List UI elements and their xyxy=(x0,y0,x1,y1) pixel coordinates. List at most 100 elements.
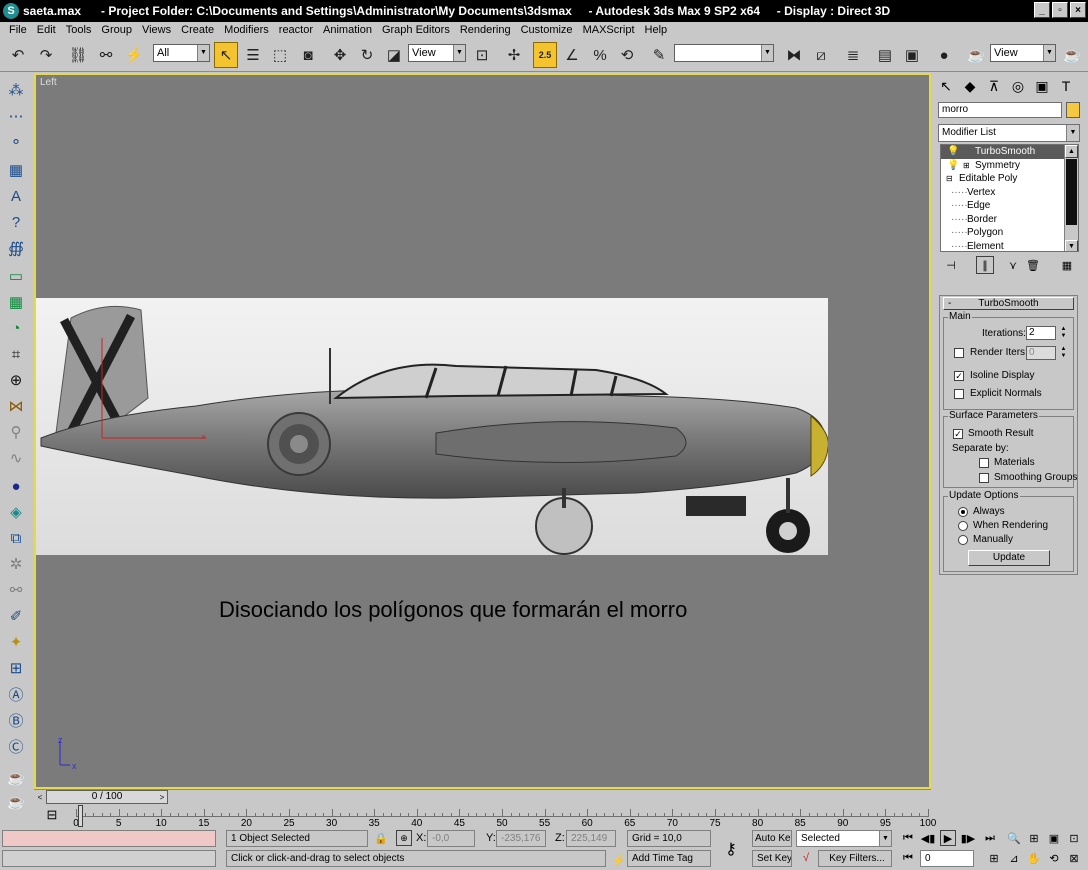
orbit-icon[interactable]: ⟲ xyxy=(1046,850,1062,866)
set-key-button[interactable]: Set Key xyxy=(752,850,792,867)
smoothing-groups-checkbox[interactable] xyxy=(979,473,989,483)
select-manipulate-icon[interactable]: ✢ xyxy=(502,42,526,68)
menu-reactor[interactable]: reactor xyxy=(274,24,318,36)
menu-rendering[interactable]: Rendering xyxy=(455,24,516,36)
adaptive-degradation-icon[interactable]: ⚡ xyxy=(611,852,627,868)
percent-snap-icon[interactable]: % xyxy=(588,42,612,68)
crop-icon[interactable]: ⌗ xyxy=(4,343,28,365)
always-radio[interactable] xyxy=(958,507,968,517)
bind-space-warp-icon[interactable]: ⚡ xyxy=(122,42,146,68)
rotate-icon[interactable]: ↻ xyxy=(355,42,379,68)
key-filters-button[interactable]: Key Filters... xyxy=(818,850,892,867)
spell-icon[interactable]: ∰ xyxy=(4,237,28,259)
select-by-name-icon[interactable]: ☰ xyxy=(241,42,265,68)
layers-icon[interactable]: ◈ xyxy=(4,501,28,523)
close-button[interactable]: × xyxy=(1070,2,1086,18)
magnet-icon[interactable]: ⚲ xyxy=(4,421,28,443)
link-icon[interactable]: ⚯ xyxy=(4,579,28,601)
minimize-button[interactable]: _ xyxy=(1034,2,1050,18)
track-ruler[interactable]: 0 5 10 15 20 25 30 35 40 45 50 55 60 65 70 75 80 85 90 95 10… xyxy=(73,807,936,829)
go-to-start-icon[interactable]: ⏮ xyxy=(900,830,916,846)
z-coordinate-field[interactable]: 225,149 xyxy=(566,830,616,847)
previous-frame-icon[interactable]: ◀▮ xyxy=(920,830,936,846)
render-teapot-icon[interactable]: ☕ xyxy=(4,791,28,813)
undo-icon[interactable]: ↶ xyxy=(6,42,30,68)
make-unique-icon[interactable]: ⋎ xyxy=(1004,256,1022,274)
menu-create[interactable]: Create xyxy=(176,24,219,36)
update-button[interactable]: Update xyxy=(968,550,1050,566)
object-name-field[interactable]: morro xyxy=(938,102,1062,118)
when-rendering-radio[interactable] xyxy=(958,521,968,531)
manually-radio[interactable] xyxy=(958,535,968,545)
paint-icon[interactable]: ✐ xyxy=(4,605,28,627)
lightbulb-icon[interactable]: 💡 xyxy=(947,145,959,159)
iterations-spinner[interactable]: 2 xyxy=(1026,326,1056,340)
scroll-down-icon[interactable]: ▼ xyxy=(1065,240,1078,251)
pivot-center-icon[interactable]: ⊡ xyxy=(470,42,494,68)
stack-subitem-polygon[interactable]: ····· Polygon xyxy=(941,226,1078,240)
maximize-viewport-icon[interactable]: ⊠ xyxy=(1066,850,1082,866)
stack-subitem-vertex[interactable]: ····· Vertex xyxy=(941,186,1078,200)
play-icon[interactable]: ▶ xyxy=(940,830,956,846)
explicit-normals-checkbox[interactable] xyxy=(954,389,964,399)
spinner-arrows-icon[interactable]: ▲ ▼ xyxy=(1059,346,1068,360)
show-end-result-icon[interactable]: ∥ xyxy=(976,256,994,274)
reference-coordinate-dropdown[interactable]: View ▼ xyxy=(408,44,466,62)
spinner-snap-icon[interactable]: ⟲ xyxy=(615,42,639,68)
maximize-button[interactable]: ▫ xyxy=(1052,2,1068,18)
menu-animation[interactable]: Animation xyxy=(318,24,377,36)
named-selection-dropdown[interactable]: ▼ xyxy=(674,44,774,62)
stack-subitem-element[interactable]: ····· Element xyxy=(941,240,1078,252)
mirror-tool-icon[interactable]: ⋈ xyxy=(4,395,28,417)
menu-help[interactable]: Help xyxy=(640,24,673,36)
modify-tab-icon[interactable]: ◆ xyxy=(959,75,981,97)
pan-icon[interactable]: ✋ xyxy=(1026,850,1042,866)
pin-stack-icon[interactable]: ⊣ xyxy=(942,256,960,274)
remove-modifier-icon[interactable]: 🗑 xyxy=(1024,256,1042,274)
help-icon[interactable]: ? xyxy=(4,211,28,233)
redo-icon[interactable]: ↷ xyxy=(34,42,58,68)
auto-key-button[interactable]: Auto Key xyxy=(752,830,792,847)
menu-edit[interactable]: Edit xyxy=(32,24,61,36)
next-frame-button[interactable]: > xyxy=(156,790,168,804)
window-crossing-icon[interactable]: ◙ xyxy=(296,42,320,68)
absolute-mode-icon[interactable]: ⊕ xyxy=(396,830,412,846)
go-to-end-icon[interactable]: ⏭ xyxy=(982,830,998,846)
display-tab-icon[interactable]: ▣ xyxy=(1031,75,1053,97)
transform-icon[interactable]: ⧉ xyxy=(4,527,28,549)
current-frame-field[interactable]: 0 xyxy=(920,850,974,867)
render-setup-icon[interactable]: ☕ xyxy=(964,42,988,68)
crosshair-icon[interactable]: ⊕ xyxy=(4,369,28,391)
selection-filter-dropdown[interactable]: All ▼ xyxy=(153,44,210,62)
lock-selection-icon[interactable]: 🔒 xyxy=(373,830,389,846)
viewport-label[interactable]: Left xyxy=(40,77,57,88)
ruler-icon[interactable]: ⋯ xyxy=(4,105,28,127)
angle-snap-icon[interactable]: ∠ xyxy=(560,42,584,68)
wand-icon[interactable]: ✦ xyxy=(4,631,28,653)
scroll-up-icon[interactable]: ▲ xyxy=(1065,145,1078,158)
modifier-stack[interactable]: 💡 TurboSmooth 💡 ⊞ Symmetry ⊟ Editable Poly ·… xyxy=(940,144,1079,252)
schematic-view-icon[interactable]: ▣ xyxy=(900,42,924,68)
next-frame-icon[interactable]: ▮▶ xyxy=(960,830,976,846)
menu-maxscript[interactable]: MAXScript xyxy=(578,24,640,36)
render-iters-checkbox[interactable] xyxy=(954,348,964,358)
time-slider-thumb[interactable]: 0 / 100 xyxy=(46,790,168,804)
menu-file[interactable]: File xyxy=(4,24,32,36)
time-slider[interactable]: < 0 / 100 > xyxy=(34,789,931,804)
object-color-swatch[interactable] xyxy=(1066,102,1080,118)
maxscript-listener-mini[interactable] xyxy=(2,830,216,847)
dial-icon[interactable]: ◔ xyxy=(4,317,28,339)
checker-icon[interactable]: ▦ xyxy=(4,159,28,181)
zoom-extents-all-icon[interactable]: ⊡ xyxy=(1066,830,1082,846)
material-editor-icon[interactable]: ● xyxy=(932,42,956,68)
set-key-icon[interactable]: ⚷ xyxy=(720,839,742,859)
hierarchy-icon[interactable]: ⚬ xyxy=(4,131,28,153)
align-icon[interactable]: ⧄ xyxy=(809,42,833,68)
menu-views[interactable]: Views xyxy=(137,24,176,36)
bones-icon[interactable]: ✲ xyxy=(4,553,28,575)
text-tool-icon[interactable]: A xyxy=(4,185,28,207)
scale-icon[interactable]: ◪ xyxy=(382,42,406,68)
render-c-icon[interactable]: Ⓒ xyxy=(4,735,28,757)
key-mode-dropdown[interactable]: Selected ▼ xyxy=(796,830,892,847)
select-link-icon[interactable]: ⛓ xyxy=(66,42,90,68)
